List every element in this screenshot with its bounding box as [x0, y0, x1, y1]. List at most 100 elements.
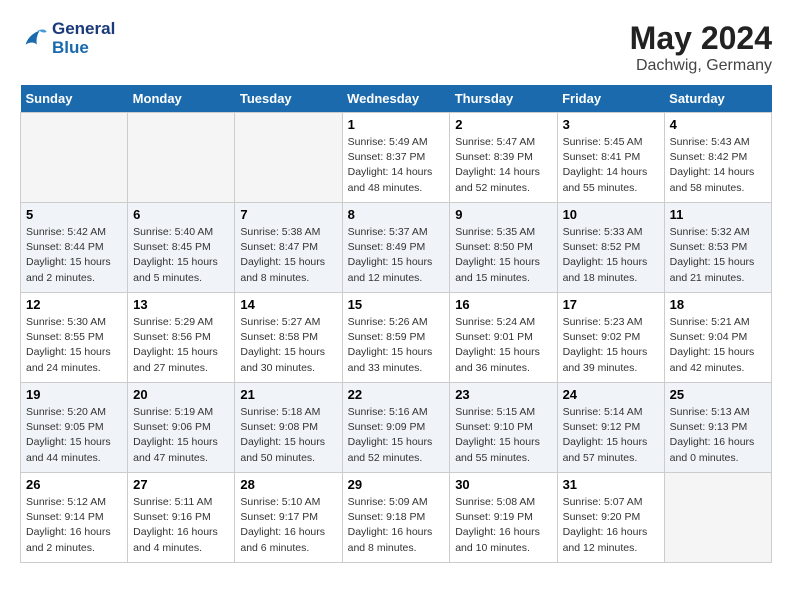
calendar-cell: 16Sunrise: 5:24 AMSunset: 9:01 PMDayligh… — [450, 293, 557, 383]
page-header: General Blue May 2024 Dachwig, Germany — [20, 20, 772, 75]
day-number: 16 — [455, 297, 551, 312]
calendar-cell — [235, 113, 342, 203]
week-row-1: 1 Sunrise: 5:49 AMSunset: 8:37 PMDaylight… — [21, 113, 772, 203]
calendar-cell: 12 Sunrise: 5:30 AMSunset: 8:55 PMDayligh… — [21, 293, 128, 383]
day-info: Sunrise: 5:15 AMSunset: 9:10 PMDaylight:… — [455, 405, 551, 466]
day-number: 26 — [26, 477, 122, 492]
day-info: Sunrise: 5:35 AMSunset: 8:50 PMDaylight:… — [455, 225, 551, 286]
day-number: 9 — [455, 207, 551, 222]
day-info: Sunrise: 5:29 AMSunset: 8:56 PMDaylight:… — [133, 315, 229, 376]
day-number: 24 — [563, 387, 659, 402]
calendar-cell: 6Sunrise: 5:40 AMSunset: 8:45 PMDaylight… — [128, 203, 235, 293]
logo: General Blue — [20, 20, 115, 57]
day-info: Sunrise: 5:23 AMSunset: 9:02 PMDaylight:… — [563, 315, 659, 376]
day-number: 21 — [240, 387, 336, 402]
calendar-cell: 9 Sunrise: 5:35 AMSunset: 8:50 PMDaylight… — [450, 203, 557, 293]
calendar-cell: 20 Sunrise: 5:19 AMSunset: 9:06 PMDayligh… — [128, 383, 235, 473]
calendar-cell — [21, 113, 128, 203]
day-info: Sunrise: 5:43 AMSunset: 8:42 PMDaylight:… — [670, 135, 766, 196]
day-number: 15 — [348, 297, 445, 312]
calendar-cell — [664, 473, 771, 563]
day-info: Sunrise: 5:37 AMSunset: 8:49 PMDaylight:… — [348, 225, 445, 286]
calendar-cell: 29 Sunrise: 5:09 AMSunset: 9:18 PMDayligh… — [342, 473, 450, 563]
calendar-cell: 7 Sunrise: 5:38 AMSunset: 8:47 PMDaylight… — [235, 203, 342, 293]
day-info: Sunrise: 5:13 AMSunset: 9:13 PMDaylight:… — [670, 405, 766, 466]
calendar-cell: 14Sunrise: 5:27 AMSunset: 8:58 PMDayligh… — [235, 293, 342, 383]
day-number: 19 — [26, 387, 122, 402]
day-info: Sunrise: 5:40 AMSunset: 8:45 PMDaylight:… — [133, 225, 229, 286]
calendar-cell: 1 Sunrise: 5:49 AMSunset: 8:37 PMDaylight… — [342, 113, 450, 203]
day-number: 10 — [563, 207, 659, 222]
day-info: Sunrise: 5:42 AMSunset: 8:44 PMDaylight:… — [26, 225, 122, 286]
calendar-cell: 10 Sunrise: 5:33 AMSunset: 8:52 PMDayligh… — [557, 203, 664, 293]
day-info: Sunrise: 5:33 AMSunset: 8:52 PMDaylight:… — [563, 225, 659, 286]
calendar-cell: 5 Sunrise: 5:42 AMSunset: 8:44 PMDaylight… — [21, 203, 128, 293]
calendar-cell: 25 Sunrise: 5:13 AMSunset: 9:13 PMDayligh… — [664, 383, 771, 473]
calendar-cell: 15 Sunrise: 5:26 AMSunset: 8:59 PMDayligh… — [342, 293, 450, 383]
day-info: Sunrise: 5:21 AMSunset: 9:04 PMDaylight:… — [670, 315, 766, 376]
calendar-cell: 27Sunrise: 5:11 AMSunset: 9:16 PMDayligh… — [128, 473, 235, 563]
calendar-cell: 4 Sunrise: 5:43 AMSunset: 8:42 PMDaylight… — [664, 113, 771, 203]
week-row-2: 5 Sunrise: 5:42 AMSunset: 8:44 PMDaylight… — [21, 203, 772, 293]
day-info: Sunrise: 5:20 AMSunset: 9:05 PMDaylight:… — [26, 405, 122, 466]
header-saturday: Saturday — [664, 85, 771, 113]
calendar-cell: 18 Sunrise: 5:21 AMSunset: 9:04 PMDayligh… — [664, 293, 771, 383]
calendar-cell: 28 Sunrise: 5:10 AMSunset: 9:17 PMDayligh… — [235, 473, 342, 563]
day-number: 29 — [348, 477, 445, 492]
header-sunday: Sunday — [21, 85, 128, 113]
calendar-cell: 11 Sunrise: 5:32 AMSunset: 8:53 PMDayligh… — [664, 203, 771, 293]
day-number: 17 — [563, 297, 659, 312]
day-number: 12 — [26, 297, 122, 312]
day-number: 7 — [240, 207, 336, 222]
header-wednesday: Wednesday — [342, 85, 450, 113]
header-thursday: Thursday — [450, 85, 557, 113]
calendar-cell — [128, 113, 235, 203]
calendar-cell: 3Sunrise: 5:45 AMSunset: 8:41 PMDaylight… — [557, 113, 664, 203]
day-number: 5 — [26, 207, 122, 222]
calendar-cell: 26Sunrise: 5:12 AMSunset: 9:14 PMDayligh… — [21, 473, 128, 563]
day-info: Sunrise: 5:09 AMSunset: 9:18 PMDaylight:… — [348, 495, 445, 556]
day-number: 1 — [348, 117, 445, 132]
calendar-cell: 24 Sunrise: 5:14 AMSunset: 9:12 PMDayligh… — [557, 383, 664, 473]
day-info: Sunrise: 5:27 AMSunset: 8:58 PMDaylight:… — [240, 315, 336, 376]
week-row-4: 19 Sunrise: 5:20 AMSunset: 9:05 PMDayligh… — [21, 383, 772, 473]
logo-text: General Blue — [52, 20, 115, 57]
header-row: SundayMondayTuesdayWednesdayThursdayFrid… — [21, 85, 772, 113]
day-info: Sunrise: 5:26 AMSunset: 8:59 PMDaylight:… — [348, 315, 445, 376]
week-row-3: 12 Sunrise: 5:30 AMSunset: 8:55 PMDayligh… — [21, 293, 772, 383]
calendar-cell: 17 Sunrise: 5:23 AMSunset: 9:02 PMDayligh… — [557, 293, 664, 383]
calendar-cell: 31 Sunrise: 5:07 AMSunset: 9:20 PMDayligh… — [557, 473, 664, 563]
day-number: 23 — [455, 387, 551, 402]
day-number: 28 — [240, 477, 336, 492]
calendar-cell: 2Sunrise: 5:47 AMSunset: 8:39 PMDaylight… — [450, 113, 557, 203]
day-info: Sunrise: 5:32 AMSunset: 8:53 PMDaylight:… — [670, 225, 766, 286]
day-info: Sunrise: 5:07 AMSunset: 9:20 PMDaylight:… — [563, 495, 659, 556]
day-info: Sunrise: 5:11 AMSunset: 9:16 PMDaylight:… — [133, 495, 229, 556]
location: Dachwig, Germany — [630, 57, 772, 75]
header-friday: Friday — [557, 85, 664, 113]
day-info: Sunrise: 5:47 AMSunset: 8:39 PMDaylight:… — [455, 135, 551, 196]
calendar-cell: 22 Sunrise: 5:16 AMSunset: 9:09 PMDayligh… — [342, 383, 450, 473]
day-number: 13 — [133, 297, 229, 312]
day-info: Sunrise: 5:30 AMSunset: 8:55 PMDaylight:… — [26, 315, 122, 376]
day-info: Sunrise: 5:10 AMSunset: 9:17 PMDaylight:… — [240, 495, 336, 556]
day-info: Sunrise: 5:38 AMSunset: 8:47 PMDaylight:… — [240, 225, 336, 286]
day-number: 4 — [670, 117, 766, 132]
day-number: 20 — [133, 387, 229, 402]
day-info: Sunrise: 5:16 AMSunset: 9:09 PMDaylight:… — [348, 405, 445, 466]
logo-icon — [20, 25, 48, 53]
calendar-cell: 21 Sunrise: 5:18 AMSunset: 9:08 PMDayligh… — [235, 383, 342, 473]
day-info: Sunrise: 5:08 AMSunset: 9:19 PMDaylight:… — [455, 495, 551, 556]
day-number: 31 — [563, 477, 659, 492]
day-number: 11 — [670, 207, 766, 222]
day-info: Sunrise: 5:18 AMSunset: 9:08 PMDaylight:… — [240, 405, 336, 466]
day-number: 22 — [348, 387, 445, 402]
day-number: 18 — [670, 297, 766, 312]
day-info: Sunrise: 5:14 AMSunset: 9:12 PMDaylight:… — [563, 405, 659, 466]
header-monday: Monday — [128, 85, 235, 113]
calendar-table: SundayMondayTuesdayWednesdayThursdayFrid… — [20, 85, 772, 563]
day-number: 25 — [670, 387, 766, 402]
day-info: Sunrise: 5:49 AMSunset: 8:37 PMDaylight:… — [348, 135, 445, 196]
calendar-cell: 30Sunrise: 5:08 AMSunset: 9:19 PMDayligh… — [450, 473, 557, 563]
day-info: Sunrise: 5:19 AMSunset: 9:06 PMDaylight:… — [133, 405, 229, 466]
